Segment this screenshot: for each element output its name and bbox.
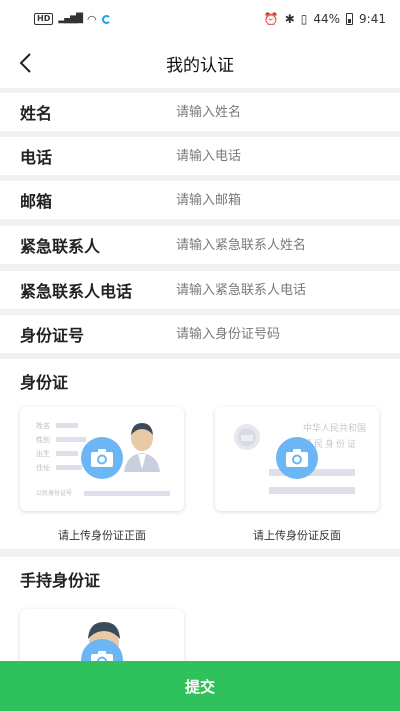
emergency-phone-row: 紧急联系人电话 [0,271,400,309]
name-input[interactable] [176,97,386,127]
id-number-input[interactable] [176,319,386,349]
id-back-caption: 请上传身份证反面 [253,529,341,542]
status-bar: HD ▂▄▆█ ◠ ⏰ ✱ ▯ 44% 9:41 [0,0,400,38]
submit-button[interactable]: 提交 [0,661,400,711]
email-input[interactable] [176,185,386,215]
sample-country-title: 中华人民共和国 [303,422,366,434]
emergency-contact-label: 紧急联系人 [20,237,101,256]
emergency-phone-input[interactable] [176,275,386,305]
battery-icon [346,13,354,25]
wifi-icon: ◠ [87,12,97,26]
portrait-icon [124,423,160,472]
id-back-upload[interactable]: 中华人民共和国 居民身份证 [215,407,379,511]
id-number-row: 身份证号 [0,315,400,353]
status-left: HD ▂▄▆█ ◠ [34,13,111,26]
vibrate-icon: ▯ [300,12,308,26]
emergency-phone-label: 紧急联系人电话 [20,282,133,301]
back-button[interactable] [12,50,38,76]
emergency-contact-input[interactable] [176,230,386,260]
phone-row: 电话 [0,137,400,175]
handheld-id-section: 手持身份证 [0,557,400,689]
status-time: 9:41 [359,12,386,26]
name-label: 姓名 [20,104,53,123]
email-label: 邮箱 [20,192,53,211]
page-title: 我的认证 [166,55,234,76]
id-front-caption: 请上传身份证正面 [58,529,146,542]
chevron-left-icon [19,53,31,73]
camera-icon [81,437,123,479]
camera-icon [276,437,318,479]
sync-icon [101,14,111,24]
id-front-upload[interactable]: 姓名 性别 出生 住址 公民身份证号 [20,407,184,511]
signal-icon: ▂▄▆█ [58,14,83,24]
sample-label-birth: 出生 [36,449,50,458]
handheld-section-title: 手持身份证 [20,571,101,590]
bluetooth-icon: ✱ [284,12,295,26]
id-number-label: 身份证号 [20,326,85,345]
emblem-icon [234,424,260,450]
phone-input[interactable] [176,141,386,171]
battery-percent: 44% [313,12,341,26]
id-card-section-title: 身份证 [20,373,69,392]
id-card-section: 身份证 姓名 性别 出生 住址 公民身份证号 请上传身份证正面 中华人民共和国 … [0,359,400,549]
emergency-contact-row: 紧急联系人 [0,226,400,264]
nav-bar: 我的认证 [0,38,400,88]
sample-label-gender: 性别 [36,435,50,444]
sample-label-address: 住址 [36,463,50,472]
alarm-icon: ⏰ [263,12,279,26]
email-row: 邮箱 [0,181,400,219]
sample-label-name: 姓名 [36,421,50,430]
name-row: 姓名 [0,93,400,131]
phone-label: 电话 [20,148,53,167]
sample-label-id-number: 公民身份证号 [36,489,72,497]
status-right: ⏰ ✱ ▯ 44% 9:41 [264,12,386,26]
hd-badge: HD [34,13,54,25]
